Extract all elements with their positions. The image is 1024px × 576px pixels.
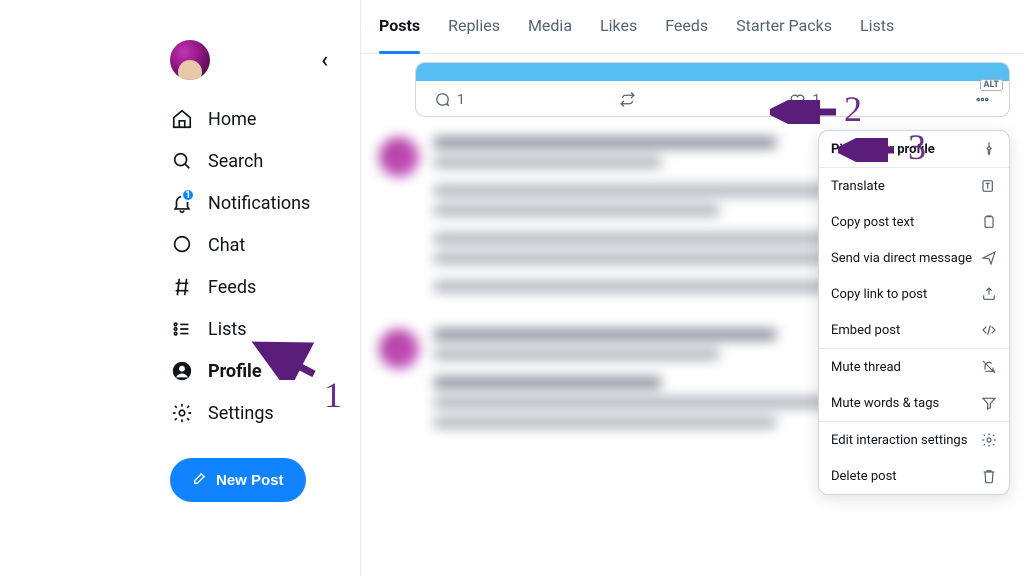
more-icon [974,91,991,108]
filter-icon [981,395,997,411]
tab-replies[interactable]: Replies [448,16,500,53]
clipboard-icon [981,214,997,230]
sidebar-item-label: Settings [208,403,274,424]
menu-mute-thread[interactable]: Mute thread [819,349,1009,385]
tab-lists[interactable]: Lists [860,16,894,53]
sidebar-item-label: Home [208,109,256,130]
menu-send-dm[interactable]: Send via direct message [819,240,1009,276]
menu-copy-text[interactable]: Copy post text [819,204,1009,240]
sidebar-nav: Home Search 1 Notifications Chat [170,98,360,434]
tab-feeds[interactable]: Feeds [665,16,708,53]
reply-button[interactable]: 1 [434,91,465,108]
share-icon [981,286,997,302]
menu-delete[interactable]: Delete post [819,458,1009,494]
hash-icon [170,275,194,299]
trash-icon [981,468,997,484]
chat-icon [170,233,194,257]
sidebar-item-label: Chat [208,235,245,256]
notification-badge: 1 [181,188,195,202]
repost-button[interactable] [619,91,636,108]
menu-mute-words[interactable]: Mute words & tags [819,385,1009,421]
mute-icon [981,359,997,375]
post-context-menu: Pin to your profile Translate Copy post … [818,130,1010,495]
sidebar-item-feeds[interactable]: Feeds [170,266,360,308]
post-image-preview: ALT [416,63,1009,81]
sidebar-item-chat[interactable]: Chat [170,224,360,266]
like-button[interactable]: 1 [789,91,820,108]
menu-label: Send via direct message [831,251,972,266]
sidebar-item-label: Feeds [208,277,256,298]
menu-label: Copy link to post [831,287,927,302]
send-icon [981,250,997,266]
sidebar-item-label: Search [208,151,263,172]
pin-icon [981,141,997,157]
menu-embed[interactable]: Embed post [819,312,1009,348]
compose-icon [192,470,208,490]
sidebar-item-lists[interactable]: Lists [170,308,360,350]
repost-icon [619,91,636,108]
sidebar-item-profile[interactable]: Profile [170,350,360,392]
sidebar-item-home[interactable]: Home [170,98,360,140]
menu-label: Embed post [831,323,900,338]
new-post-button[interactable]: New Post [170,458,306,502]
menu-label: Translate [831,179,885,194]
new-post-label: New Post [216,472,284,489]
tab-likes[interactable]: Likes [600,16,637,53]
sidebar-item-settings[interactable]: Settings [170,392,360,434]
tab-posts[interactable]: Posts [379,16,420,53]
menu-label: Delete post [831,469,897,484]
search-icon [170,149,194,173]
gear-icon [170,401,194,425]
menu-interaction-settings[interactable]: Edit interaction settings [819,422,1009,458]
heart-icon [789,91,806,108]
tab-starter-packs[interactable]: Starter Packs [736,16,832,53]
reply-icon [434,91,451,108]
home-icon [170,107,194,131]
menu-label: Copy post text [831,215,914,230]
reply-count: 1 [457,92,465,108]
sidebar: ‹ Home Search 1 Notifications [0,0,360,576]
post-action-bar: 1 1 [416,81,1009,116]
menu-label: Edit interaction settings [831,433,967,448]
sidebar-item-search[interactable]: Search [170,140,360,182]
avatar[interactable] [170,40,210,80]
code-icon [981,322,997,338]
menu-label: Mute words & tags [831,396,939,411]
main-column: Posts Replies Media Likes Feeds Starter … [361,0,1024,576]
profile-icon [170,359,194,383]
menu-pin[interactable]: Pin to your profile [819,131,1009,167]
alt-badge[interactable]: ALT [980,79,1004,91]
menu-label: Mute thread [831,360,901,375]
profile-tabs: Posts Replies Media Likes Feeds Starter … [361,0,1024,54]
translate-icon [981,178,997,194]
list-icon [170,317,194,341]
app-root: ‹ Home Search 1 Notifications [0,0,1024,576]
sidebar-item-label: Notifications [208,193,310,214]
sidebar-item-label: Lists [208,319,247,340]
sidebar-item-notifications[interactable]: 1 Notifications [170,182,360,224]
menu-copy-link[interactable]: Copy link to post [819,276,1009,312]
menu-translate[interactable]: Translate [819,168,1009,204]
more-button[interactable] [974,91,991,108]
back-chevron-icon[interactable]: ‹ [321,48,328,73]
tab-media[interactable]: Media [528,16,572,53]
like-count: 1 [812,92,820,108]
gear-icon [981,432,997,448]
sidebar-item-label: Profile [208,361,262,382]
quoted-post-card[interactable]: ALT 1 1 [415,62,1010,117]
sidebar-header: ‹ [170,40,360,80]
menu-label: Pin to your profile [831,142,935,157]
